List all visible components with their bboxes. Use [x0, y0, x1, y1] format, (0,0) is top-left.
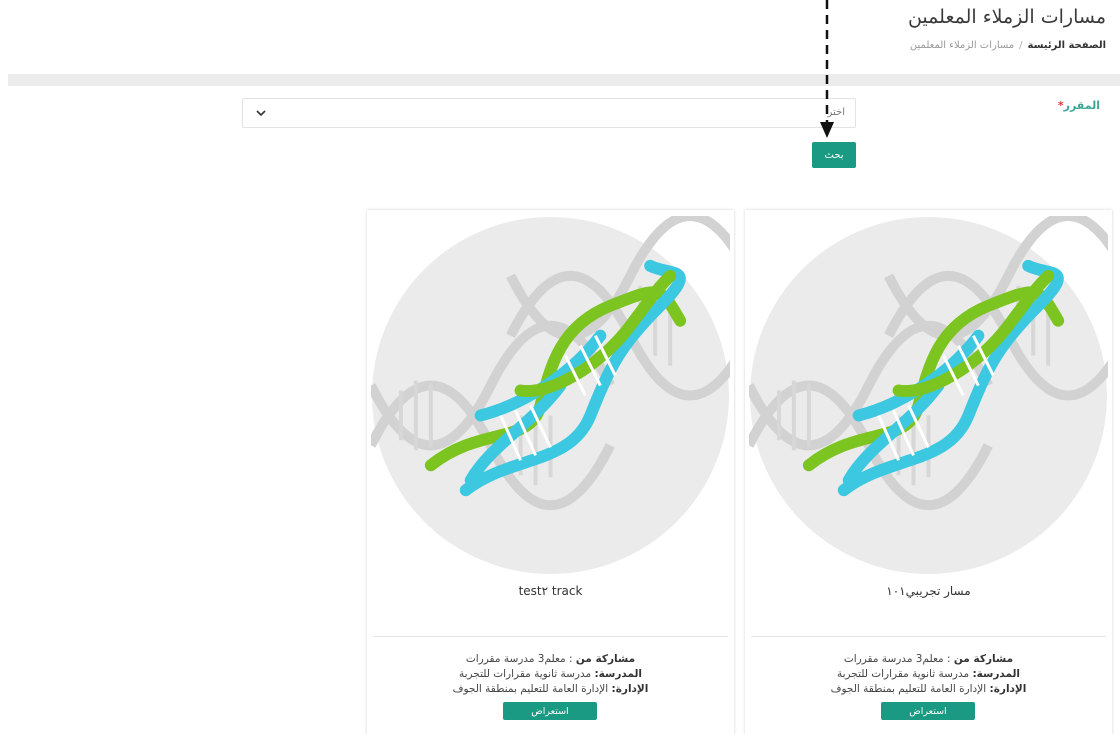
admin-value: الإدارة العامة للتعليم بمنطقة الجوف: [452, 683, 609, 695]
school-value: مدرسة ثانوية مقرارات للتجربة: [458, 668, 592, 680]
school-line: المدرسة: مدرسة ثانوية مقرارات للتجربة: [745, 667, 1112, 682]
dashed-arrow-down-icon: [820, 0, 834, 138]
track-info: مشاركة من : معلم3 مدرسة مقررات المدرسة: …: [367, 652, 734, 697]
section-divider: [8, 74, 1120, 86]
track-title: test۲ track: [518, 584, 583, 598]
dna-helix-icon: [371, 216, 730, 575]
admin-line: الإدارة: الإدارة العامة للتعليم بمنطقة ا…: [367, 682, 734, 697]
shared-by-label: مشاركة من: [953, 653, 1014, 665]
view-track-button[interactable]: استعراض: [881, 702, 975, 720]
admin-label: الإدارة:: [989, 683, 1027, 695]
school-label: المدرسة:: [594, 668, 643, 680]
admin-value: الإدارة العامة للتعليم بمنطقة الجوف: [830, 683, 987, 695]
admin-label: الإدارة:: [611, 683, 649, 695]
card-divider: [751, 636, 1106, 637]
admin-line: الإدارة: الإدارة العامة للتعليم بمنطقة ا…: [745, 682, 1112, 697]
chevron-down-icon: [256, 110, 266, 117]
breadcrumb-home-link[interactable]: الصفحة الرئيسة: [1028, 40, 1106, 51]
breadcrumb-separator: /: [1019, 40, 1023, 51]
track-card: مسار تجريبي١٠١ مشاركة من : معلم3 مدرسة م…: [745, 210, 1112, 734]
shared-by-line: مشاركة من : معلم3 مدرسة مقررات: [367, 652, 734, 667]
school-line: المدرسة: مدرسة ثانوية مقرارات للتجربة: [367, 667, 734, 682]
view-track-button[interactable]: استعراض: [503, 702, 597, 720]
search-button[interactable]: بحث: [812, 142, 856, 168]
shared-by-line: مشاركة من : معلم3 مدرسة مقررات: [745, 652, 1112, 667]
track-card: test۲ track مشاركة من : معلم3 مدرسة مقرر…: [367, 210, 734, 734]
course-field-label: المقرر*: [1057, 99, 1100, 112]
track-info: مشاركة من : معلم3 مدرسة مقررات المدرسة: …: [745, 652, 1112, 697]
breadcrumb-current: مسارات الزملاء المعلمين: [909, 40, 1015, 51]
shared-by-label: مشاركة من: [575, 653, 636, 665]
card-divider: [373, 636, 728, 637]
course-select[interactable]: اختر: [242, 98, 856, 128]
course-label-text: المقرر: [1063, 99, 1100, 112]
track-title: مسار تجريبي١٠١: [886, 584, 971, 598]
school-label: المدرسة:: [972, 668, 1021, 680]
page-title: مسارات الزملاء المعلمين: [907, 6, 1106, 28]
dna-helix-icon: [749, 216, 1108, 575]
shared-by-value: : معلم3 مدرسة مقررات: [465, 653, 573, 665]
shared-by-value: : معلم3 مدرسة مقررات: [843, 653, 951, 665]
breadcrumb: الصفحة الرئيسة / مسارات الزملاء المعلمين: [910, 40, 1106, 51]
school-value: مدرسة ثانوية مقرارات للتجربة: [836, 668, 970, 680]
